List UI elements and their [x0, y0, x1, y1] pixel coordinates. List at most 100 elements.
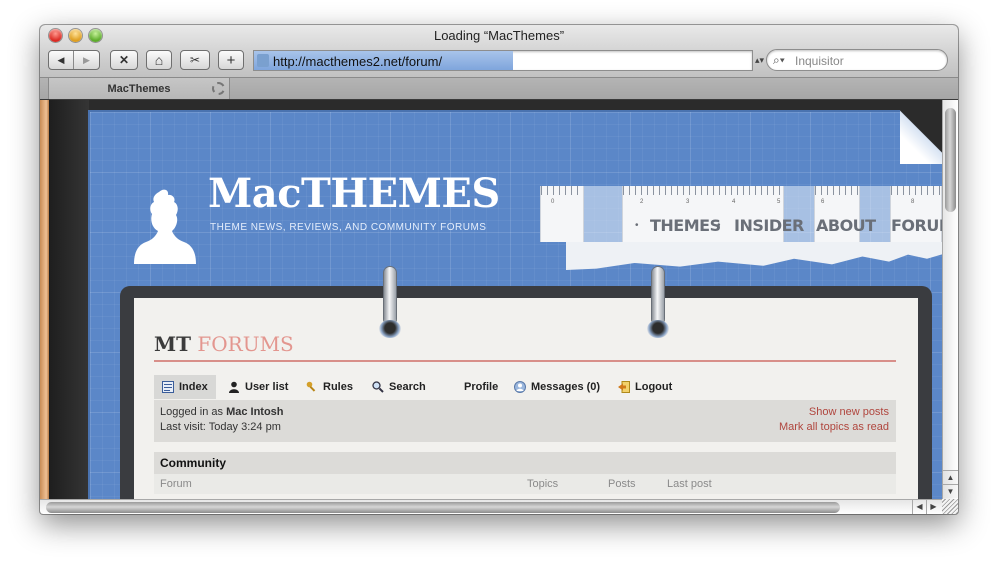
address-text: http://macthemes2.net/forum/ [273, 54, 443, 69]
vertical-scrollbar[interactable]: ▲ ▼ [942, 100, 958, 499]
ruler-segment: 0 [540, 186, 584, 242]
scroll-down-arrow[interactable]: ▼ [943, 484, 958, 498]
logged-in-username[interactable]: Mac Intosh [226, 406, 283, 418]
horizontal-scroll-thumb[interactable] [46, 502, 840, 513]
nav-link-insider[interactable]: INSIDER [734, 216, 804, 235]
messages-icon [514, 381, 526, 393]
home-button[interactable]: ⌂ [146, 50, 172, 70]
nav-bullet: • [635, 220, 639, 231]
user-silhouette-icon [228, 381, 240, 393]
ruler-number: 2 [640, 199, 644, 205]
binder-hole [379, 320, 401, 338]
logged-in-line: Logged in as Mac Intosh [160, 406, 284, 418]
window-title: Loading “MacThemes” [433, 28, 565, 43]
forum-nav-rules-label: Rules [323, 381, 353, 393]
mac-head-logo-icon [134, 189, 196, 264]
horizontal-scrollbar[interactable]: ◀ ▶ [40, 499, 958, 514]
web-content: MacTHEMES THEME NEWS, REVIEWS, AND COMMU… [40, 100, 942, 499]
binder-ring [384, 267, 396, 325]
site-logo-subtitle: THEME NEWS, REVIEWS, AND COMMUNITY FORUM… [210, 222, 487, 233]
title-bar: Loading “MacThemes” ◀ ▶ ✕ ⌂ ✂ + http://m… [40, 25, 958, 99]
forward-arrow-icon: ▶ [83, 54, 90, 65]
nav-link-about[interactable]: ABOUT [816, 216, 876, 235]
magnifier-icon: ⌕▾ [773, 53, 785, 67]
add-bookmark-button[interactable]: + [218, 50, 244, 70]
ruler-number: 5 [777, 199, 781, 205]
ruler-number: 6 [821, 199, 825, 205]
home-icon: ⌂ [154, 52, 164, 68]
nav-link-themes[interactable]: THEMES [650, 216, 721, 235]
scroll-left-arrow[interactable]: ◀ [912, 500, 926, 514]
vertical-scroll-thumb[interactable] [945, 108, 956, 212]
loading-spinner-icon [212, 82, 225, 95]
forward-button[interactable]: ▶ [74, 51, 99, 69]
tab-macthemes[interactable]: MacThemes [48, 78, 230, 99]
forum-nav-index[interactable]: Index [154, 375, 216, 399]
col-last-post: Last post [667, 478, 712, 490]
stop-button[interactable]: ✕ [110, 50, 138, 70]
scroll-right-arrow[interactable]: ▶ [926, 500, 940, 514]
binder-ring [652, 267, 664, 325]
search-placeholder: Inquisitor [795, 54, 844, 68]
col-topics: Topics [527, 478, 559, 490]
forum-nav-search[interactable]: Search [372, 375, 426, 399]
col-posts: Posts [608, 478, 636, 490]
logged-in-prefix: Logged in as [160, 406, 227, 418]
mark-all-read-link[interactable]: Mark all topics as read [779, 421, 889, 433]
ruler-number: 0 [551, 199, 555, 205]
back-forward-group: ◀ ▶ [48, 50, 100, 70]
site-nav-ruler: 0 2 3 4 5 6 8 • THEMES • INSIDER ABOUT F… [540, 186, 942, 242]
address-dropdown-icon[interactable]: ▴▾ [755, 55, 764, 66]
forum-nav: Index User list Rules Search Profile Mes… [154, 375, 896, 399]
scissors-icon: ✂ [189, 53, 201, 67]
forum-nav-messages-label: Messages (0) [531, 381, 601, 393]
forum-nav-user-list[interactable]: User list [228, 375, 288, 399]
tab-label: MacThemes [107, 83, 171, 95]
ruler-ticks [541, 186, 583, 195]
search-field[interactable]: ⌕▾ Inquisitor [766, 49, 948, 71]
key-icon [306, 381, 318, 393]
forum-nav-index-label: Index [179, 381, 208, 393]
address-field[interactable]: http://macthemes2.net/forum/ [253, 50, 753, 71]
browser-window: Loading “MacThemes” ◀ ▶ ✕ ⌂ ✂ + http://m… [40, 25, 958, 514]
left-dark-panel [49, 100, 89, 499]
forum-nav-messages[interactable]: Messages (0) [514, 375, 600, 399]
search-icon [372, 381, 384, 393]
category-column-headers: Forum Topics Posts Last post [154, 474, 896, 494]
web-clip-button[interactable]: ✂ [180, 50, 210, 70]
forum-nav-user-list-label: User list [245, 381, 289, 393]
plus-icon: + [226, 51, 236, 69]
forum-nav-profile-label: Profile [464, 381, 499, 393]
nav-bullet: • [717, 220, 721, 231]
forum-logo-mt: MT [154, 332, 192, 356]
forum-logo-forums: FORUMS [197, 332, 294, 356]
ruler-number: 3 [686, 199, 690, 205]
window-resize-grip[interactable] [942, 499, 958, 514]
logout-icon [618, 381, 630, 393]
page-curl [900, 110, 942, 164]
scroll-up-arrow[interactable]: ▲ [943, 470, 958, 484]
forum-nav-search-label: Search [389, 381, 426, 393]
category-header: Community [154, 452, 896, 474]
back-arrow-icon: ◀ [57, 54, 65, 65]
ruler-ticks [815, 186, 859, 195]
forum-nav-profile[interactable]: Profile [464, 375, 498, 399]
forum-nav-logout[interactable]: Logout [618, 375, 672, 399]
last-visit: Last visit: Today 3:24 pm [160, 421, 281, 433]
show-new-posts-link[interactable]: Show new posts [809, 406, 889, 418]
forum-logo-rule [154, 360, 896, 362]
back-button[interactable]: ◀ [49, 51, 74, 69]
forum-logo[interactable]: MT FORUMS [154, 332, 294, 356]
tab-bar: MacThemes [40, 77, 958, 99]
site-logo-title[interactable]: MacTHEMES [208, 170, 500, 217]
col-forum: Forum [160, 478, 192, 490]
category-title: Community [160, 456, 226, 470]
document-icon [162, 381, 174, 393]
nav-link-forum[interactable]: FORUM [891, 216, 942, 235]
binder-hole [647, 320, 669, 338]
ruler-ticks [891, 186, 941, 195]
forum-nav-logout-label: Logout [635, 381, 673, 393]
forum-nav-rules[interactable]: Rules [306, 375, 353, 399]
ruler-ticks [623, 186, 783, 195]
login-status-box: Logged in as Mac Intosh Last visit: Toda… [154, 400, 896, 442]
